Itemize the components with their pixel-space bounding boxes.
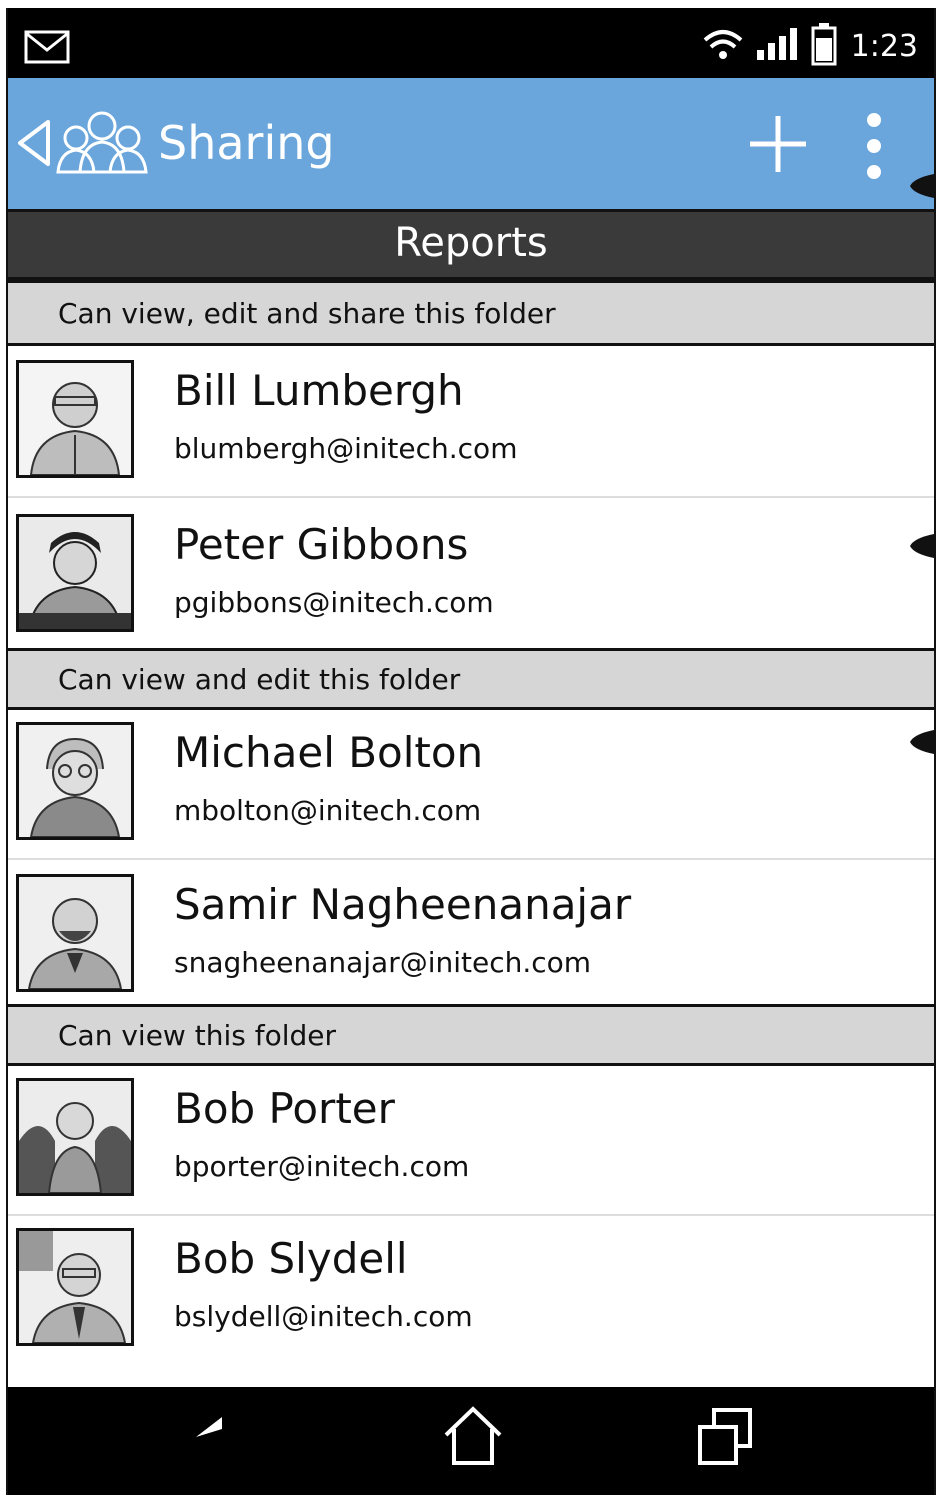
wifi-icon <box>701 26 745 66</box>
list-item[interactable]: Bob Porter bporter@initech.com <box>8 1066 934 1216</box>
person-email: bporter@initech.com <box>174 1150 470 1183</box>
home-icon[interactable] <box>442 1405 504 1471</box>
clock-time: 1:23 <box>850 28 918 64</box>
action-bar: Sharing <box>8 78 934 212</box>
add-icon[interactable] <box>746 112 810 180</box>
person-name: Bob Porter <box>174 1084 395 1133</box>
person-email: mbolton@initech.com <box>174 794 482 827</box>
avatar <box>16 1078 134 1196</box>
battery-icon <box>811 22 837 70</box>
folder-title: Reports <box>394 220 548 266</box>
overflow-menu-icon[interactable] <box>858 110 890 186</box>
back-arrow-icon[interactable] <box>194 1415 258 1471</box>
scroll-marker <box>910 730 934 754</box>
group-label: Can view this folder <box>58 1019 337 1052</box>
group-header: Can view and edit this folder <box>8 648 934 710</box>
person-email: pgibbons@initech.com <box>174 586 494 619</box>
avatar <box>16 722 134 840</box>
person-email: snagheenanajar@initech.com <box>174 946 592 979</box>
signal-icon <box>755 26 801 66</box>
person-name: Samir Nagheenanajar <box>174 880 632 929</box>
folder-header: Reports <box>8 212 934 280</box>
navigation-bar <box>8 1387 934 1495</box>
person-name: Michael Bolton <box>174 728 484 777</box>
recent-apps-icon[interactable] <box>696 1407 754 1471</box>
phone-screen: 1:23 Sharing Reports Can view, edit and … <box>6 8 936 1495</box>
people-icon <box>54 102 150 186</box>
avatar <box>16 1228 134 1346</box>
group-header: Can view, edit and share this folder <box>8 280 934 346</box>
mail-icon <box>24 30 70 68</box>
person-name: Bill Lumbergh <box>174 366 464 415</box>
person-name: Peter Gibbons <box>174 520 469 569</box>
status-bar: 1:23 <box>8 8 934 78</box>
group-label: Can view, edit and share this folder <box>58 297 556 330</box>
list-item[interactable]: Bill Lumbergh blumbergh@initech.com <box>8 348 934 498</box>
back-icon[interactable] <box>16 118 52 172</box>
avatar <box>16 874 134 992</box>
person-email: bslydell@initech.com <box>174 1300 473 1333</box>
person-name: Bob Slydell <box>174 1234 408 1283</box>
list-item[interactable]: Bob Slydell bslydell@initech.com <box>8 1216 934 1366</box>
group-label: Can view and edit this folder <box>58 663 461 696</box>
status-icons: 1:23 <box>701 22 918 70</box>
list-item[interactable]: Samir Nagheenanajar snagheenanajar@inite… <box>8 862 934 1012</box>
scroll-marker <box>910 534 934 558</box>
group-header: Can view this folder <box>8 1004 934 1066</box>
screen-title: Sharing <box>158 116 335 170</box>
scroll-marker <box>910 174 934 198</box>
avatar <box>16 514 134 632</box>
list-item[interactable]: Peter Gibbons pgibbons@initech.com <box>8 502 934 652</box>
person-email: blumbergh@initech.com <box>174 432 518 465</box>
avatar <box>16 360 134 478</box>
list-item[interactable]: Michael Bolton mbolton@initech.com <box>8 710 934 860</box>
